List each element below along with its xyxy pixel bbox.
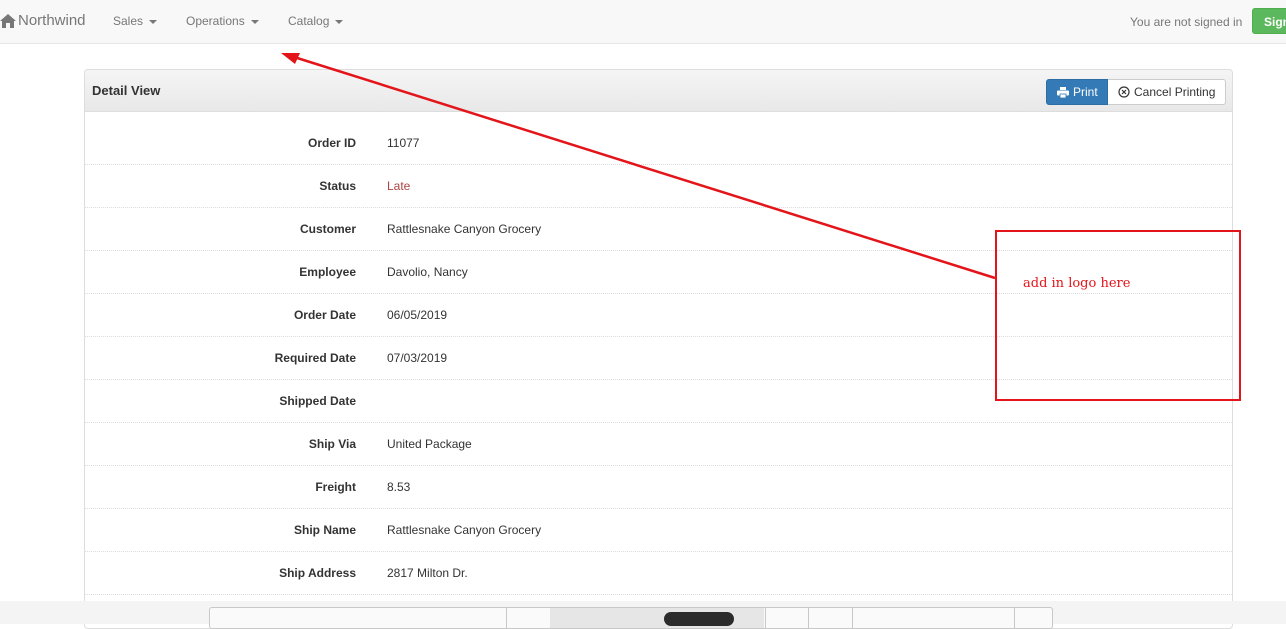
field-value: 06/05/2019 — [387, 308, 448, 322]
print-button[interactable]: Print — [1046, 79, 1108, 105]
field-row-freight: Freight 8.53 — [85, 466, 1232, 509]
cancel-printing-label: Cancel Printing — [1134, 85, 1216, 99]
field-value: Rattlesnake Canyon Grocery — [387, 523, 542, 537]
home-icon — [0, 14, 16, 28]
field-label: Ship Via — [308, 437, 356, 451]
top-navbar: Northwind Sales Operations Catalog You a… — [0, 0, 1286, 44]
nav-menu-sales[interactable]: Sales — [113, 0, 158, 42]
field-row-ship-address: Ship Address 2817 Milton Dr. — [85, 552, 1232, 595]
field-label: Employee — [299, 265, 356, 279]
annotation-box — [995, 230, 1241, 401]
field-label: Freight — [315, 480, 356, 494]
signed-in-status: You are not signed in — [1130, 15, 1243, 29]
field-row-status: Status Late — [85, 165, 1232, 208]
field-label: Order ID — [307, 136, 356, 150]
field-label: Customer — [299, 222, 356, 236]
field-label: Shipped Date — [279, 394, 356, 408]
brand-label: Northwind — [18, 12, 86, 29]
panel-heading: Detail View Print Cancel Printing — [85, 70, 1232, 112]
field-value: 11077 — [387, 136, 420, 150]
field-label: Ship Address — [279, 566, 356, 580]
field-label: Required Date — [274, 351, 356, 365]
sign-in-button[interactable]: Sign — [1252, 8, 1286, 34]
toolbar-divider — [1014, 608, 1015, 628]
field-value: 2817 Milton Dr. — [387, 566, 468, 580]
close-circle-icon — [1118, 86, 1130, 98]
nav-menu-sales-label: Sales — [113, 14, 144, 28]
print-button-label: Print — [1073, 85, 1098, 99]
nav-menu-operations[interactable]: Operations — [186, 0, 259, 42]
field-value: 8.53 — [387, 480, 411, 494]
field-row-ship-via: Ship Via United Package — [85, 423, 1232, 466]
chevron-down-icon — [149, 19, 158, 24]
printer-icon — [1057, 86, 1069, 98]
status-value: Late — [387, 179, 411, 193]
field-label: Order Date — [293, 308, 356, 322]
toolbar-divider — [808, 608, 809, 628]
field-value: Davolio, Nancy — [387, 265, 468, 279]
field-row-ship-name: Ship Name Rattlesnake Canyon Grocery — [85, 509, 1232, 552]
field-value: United Package — [387, 437, 472, 451]
nav-menu-catalog-label: Catalog — [288, 14, 330, 28]
toolbar-divider — [506, 608, 507, 628]
field-value: 07/03/2019 — [387, 351, 448, 365]
chevron-down-icon — [250, 19, 259, 24]
field-value: Rattlesnake Canyon Grocery — [387, 222, 542, 236]
panel-title: Detail View — [92, 83, 161, 98]
field-label: Status — [319, 179, 356, 193]
toolbar-divider — [852, 608, 853, 628]
chevron-down-icon — [335, 19, 344, 24]
nav-menu-catalog[interactable]: Catalog — [288, 0, 344, 42]
print-button-group: Print Cancel Printing — [1046, 79, 1226, 105]
print-preview-toolbar — [209, 607, 1053, 629]
field-row-order-id: Order ID 11077 — [85, 122, 1232, 165]
cancel-printing-button[interactable]: Cancel Printing — [1108, 79, 1226, 105]
field-label: Ship Name — [293, 523, 356, 537]
brand-link[interactable]: Northwind — [0, 0, 86, 42]
toolbar-divider — [765, 608, 766, 628]
nav-menu-operations-label: Operations — [186, 14, 245, 28]
annotation-text: add in logo here — [1023, 276, 1131, 291]
